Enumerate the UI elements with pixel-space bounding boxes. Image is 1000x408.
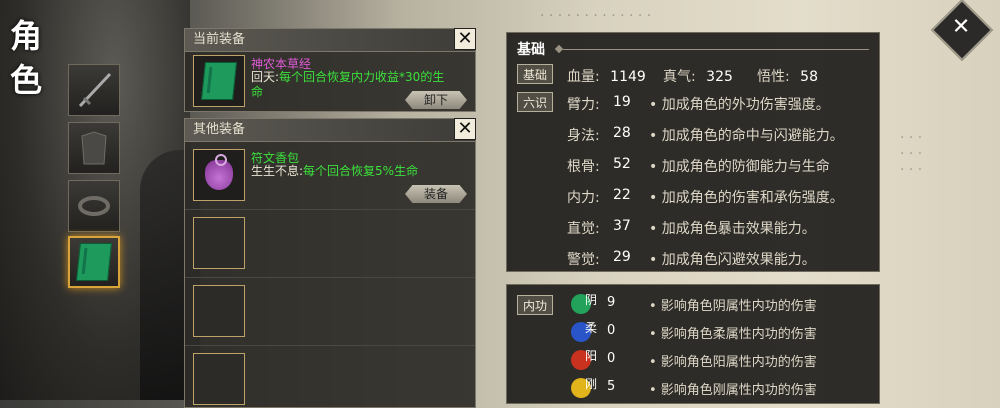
wuxing-stat: 悟性: 58: [757, 66, 818, 86]
neigong-value: 0: [607, 351, 616, 366]
qi-stat: 真气: 325: [663, 66, 733, 86]
slot-weapon[interactable]: [68, 64, 120, 116]
neigong-desc: • 影响角色柔属性内功的伤害: [649, 327, 817, 342]
attribute-row: 内力: 22 • 加成角色的伤害和承伤强度。: [507, 187, 881, 211]
empty-slot[interactable]: [193, 285, 245, 337]
neigong-desc: • 影响角色刚属性内功的伤害: [649, 383, 817, 398]
wuxing-value: 58: [800, 69, 818, 85]
corner-close-button[interactable]: ✕: [930, 0, 994, 62]
other-equipment-panel: 其他装备 ✕ 符文香包 生生不息:每个回合恢复5%生命 装备: [184, 118, 476, 408]
effect-name: 生生不息:: [251, 164, 304, 178]
attr-value: 19: [613, 94, 631, 110]
attribute-row: 臂力: 19 • 加成角色的外功伤害强度。: [507, 94, 881, 118]
neigong-label: 阳: [585, 349, 598, 363]
neigong-row: 阳 0 • 影响角色阳属性内功的伤害: [507, 347, 881, 373]
neigong-value: 5: [607, 379, 616, 394]
row-divider: [185, 277, 475, 278]
close-icon: ✕: [951, 14, 971, 40]
neigong-label: 阴: [585, 293, 598, 307]
bg-calligraphy-right: · · · · · · · · ·: [900, 130, 923, 178]
section-divider: [563, 49, 869, 50]
stats-panel: 基础 基础 血量: 1149 真气: 325 悟性: 58 六识 臂力: 19 …: [506, 32, 880, 272]
green-book-icon: [76, 243, 112, 281]
neigong-desc: • 影响角色阴属性内功的伤害: [649, 299, 817, 314]
bg-calligraphy: · · · · · · · · · · · · ·: [540, 8, 652, 24]
belt-icon: [78, 196, 110, 216]
effect-name: 回天:: [251, 70, 280, 84]
empty-slot[interactable]: [193, 217, 245, 269]
current-item-slot[interactable]: [193, 55, 245, 107]
attr-value: 29: [613, 249, 631, 265]
neigong-value: 9: [607, 295, 616, 310]
close-button[interactable]: ✕: [454, 28, 476, 50]
attr-value: 52: [613, 156, 631, 172]
equip-button[interactable]: 装备: [405, 185, 467, 203]
other-item-effect: 生生不息:每个回合恢复5%生命: [251, 164, 456, 179]
attr-label: 内力:: [567, 190, 600, 206]
row-divider: [185, 345, 475, 346]
attr-value: 22: [613, 187, 631, 203]
hp-label: 血量:: [567, 69, 600, 85]
attr-desc: • 加成角色的伤害和承伤强度。: [649, 190, 844, 206]
attr-desc: • 加成角色的外功伤害强度。: [649, 97, 830, 113]
hp-stat: 血量: 1149: [567, 66, 646, 86]
empty-slot[interactable]: [193, 353, 245, 405]
attr-desc: • 加成角色闪避效果能力。: [649, 252, 816, 268]
divider-diamond: [554, 44, 564, 54]
neigong-value: 0: [607, 323, 616, 338]
other-equipment-header: 其他装备: [185, 119, 475, 142]
attr-label: 直觉:: [567, 221, 600, 237]
neigong-panel: 内功 阴 9 • 影响角色阴属性内功的伤害 柔 0 • 影响角色柔属性内功的伤害…: [506, 284, 880, 404]
neigong-row: 柔 0 • 影响角色柔属性内功的伤害: [507, 319, 881, 345]
attribute-row: 直觉: 37 • 加成角色暴击效果能力。: [507, 218, 881, 242]
other-item-slot[interactable]: [193, 149, 245, 201]
slot-book[interactable]: [68, 236, 120, 288]
attr-value: 37: [613, 218, 631, 234]
neigong-row: 阴 9 • 影响角色阴属性内功的伤害: [507, 291, 881, 317]
row-divider: [185, 209, 475, 210]
slot-armor[interactable]: [68, 122, 120, 174]
close-button[interactable]: ✕: [454, 118, 476, 140]
attr-desc: • 加成角色的命中与闪避能力。: [649, 128, 844, 144]
current-equipment-panel: 当前装备 ✕ 神农本草经 回天:每个回合恢复内力收益*30的生命 卸下: [184, 28, 476, 112]
attribute-row: 身法: 28 • 加成角色的命中与闪避能力。: [507, 125, 881, 149]
attr-value: 28: [613, 125, 631, 141]
current-equipment-header: 当前装备: [185, 29, 475, 52]
attr-label: 臂力:: [567, 97, 600, 113]
neigong-desc: • 影响角色阳属性内功的伤害: [649, 355, 817, 370]
attr-label: 根骨:: [567, 159, 600, 175]
attr-label: 警觉:: [567, 252, 600, 268]
tag-basic[interactable]: 基础: [517, 64, 553, 84]
qi-label: 真气:: [663, 69, 696, 85]
neigong-label: 柔: [585, 321, 598, 335]
neigong-label: 刚: [585, 377, 598, 391]
neigong-row: 刚 5 • 影响角色刚属性内功的伤害: [507, 375, 881, 401]
unequip-button[interactable]: 卸下: [405, 91, 467, 109]
attr-label: 身法:: [567, 128, 600, 144]
pouch-icon: [205, 154, 233, 190]
sword-icon: [78, 72, 112, 108]
robe-icon: [81, 131, 107, 165]
character-title: 角色: [10, 17, 43, 99]
green-book-icon: [201, 62, 237, 100]
attribute-row: 根骨: 52 • 加成角色的防御能力与生命: [507, 156, 881, 180]
attr-desc: • 加成角色暴击效果能力。: [649, 221, 816, 237]
attribute-row: 警觉: 29 • 加成角色闪避效果能力。: [507, 249, 881, 273]
attr-desc: • 加成角色的防御能力与生命: [649, 159, 830, 175]
wuxing-label: 悟性:: [757, 69, 790, 85]
hp-value: 1149: [610, 69, 646, 85]
slot-accessory[interactable]: [68, 180, 120, 232]
qi-value: 325: [706, 69, 733, 85]
effect-text: 每个回合恢复5%生命: [303, 164, 419, 178]
section-title: 基础: [517, 42, 545, 58]
